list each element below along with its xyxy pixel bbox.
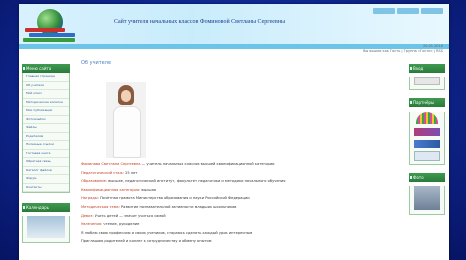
header-info: 20.01.2016 Вы вошли как Гость | Группа «… (363, 44, 443, 54)
partner-banner[interactable] (414, 140, 440, 148)
calendar-block (22, 216, 70, 243)
info-text: 25 лет (123, 170, 138, 175)
left-sidebar: Меню сайта Главная страница Об учителе Мой… (22, 64, 70, 243)
info-line: Педагогический стаж: 25 лет (81, 169, 399, 178)
site-header: Сайт учителя начальных классов Фоминовой… (19, 4, 449, 44)
login-button[interactable] (414, 77, 440, 85)
info-line: Я люблю свою профессию и своих учеников,… (81, 229, 399, 238)
info-label: Образование: (81, 179, 108, 184)
info-text: высшее, педагогический институт, факульт… (107, 179, 286, 184)
info-label: Квалификационная категория: (81, 187, 141, 192)
menu-block-title: Меню сайта (22, 64, 70, 73)
partners-block-title: Партнёры (409, 98, 445, 107)
books-icon (23, 28, 83, 42)
page-title: Об учителе (81, 60, 112, 66)
site-title: Сайт учителя начальных классов Фоминовой… (114, 19, 286, 25)
info-line: Квалификационная категория: высшая (81, 186, 399, 195)
right-sidebar: Вход Партнёры Фото (409, 64, 445, 215)
info-label: Награды: (81, 196, 99, 201)
info-line: Увлечения: чтение, рукоделие (81, 220, 399, 229)
partner-banner[interactable] (414, 128, 440, 136)
info-text: Учить детей — значит учиться самой (93, 213, 166, 218)
sidebar-menu-item[interactable]: Фотоальбом (23, 116, 69, 124)
info-label: Увлечения: (81, 222, 103, 227)
rainbow-logo-icon[interactable] (416, 112, 438, 124)
website-page: Сайт учителя начальных классов Фоминовой… (19, 4, 449, 260)
login-block-title: Вход (409, 64, 445, 73)
teacher-photo (106, 82, 146, 158)
building-photo[interactable] (414, 186, 440, 210)
info-text: Приглашаю родителей и коллег к сотруднич… (81, 239, 212, 244)
partner-banner[interactable] (414, 151, 440, 161)
sidebar-menu-item[interactable]: Об учителе (23, 82, 69, 90)
sidebar-menu-item[interactable]: Главная страница (23, 73, 69, 82)
sidebar-menu-item[interactable]: Методическая копилка (23, 99, 69, 107)
info-text: Почётная грамота Министерства образовани… (98, 196, 250, 201)
teacher-info: Фоминова Светлана Сергеевна — учитель на… (81, 160, 399, 246)
main-content: Об учителе Фоминова Светлана Сергеевна —… (79, 60, 401, 243)
calendar-block-title: Календарь (22, 203, 70, 212)
info-label: Педагогический стаж: (81, 170, 124, 175)
photo-block-title: Фото (409, 173, 445, 182)
info-line: Образование: высшее, педагогический инст… (81, 177, 399, 186)
top-links (373, 8, 443, 14)
info-label: Фоминова Светлана Сергеевна (81, 162, 141, 166)
site-menu: Главная страница Об учителе Мой класс Метод… (22, 73, 70, 193)
info-line: Награды: Почётная грамота Министерства о… (81, 194, 399, 203)
info-label: Методическая тема: (81, 204, 120, 209)
sidebar-menu-item[interactable]: Каталог файлов (23, 167, 69, 175)
sidebar-menu-item[interactable]: Родителям (23, 133, 69, 141)
top-link-home[interactable] (373, 8, 395, 14)
sidebar-menu-item[interactable]: Форум (23, 175, 69, 184)
sidebar-menu-item[interactable]: Контакты (23, 184, 69, 192)
partners-block (409, 112, 445, 165)
info-text: чтение, рукоделие (102, 222, 140, 227)
info-label: Девиз: (81, 213, 94, 218)
info-text: — учитель начальных классов высшей квали… (140, 162, 275, 166)
info-text: Я люблю свою профессию и своих учеников,… (81, 230, 253, 235)
login-status-text: Вы вошли как Гость | Группа «Гости» | RS… (363, 49, 443, 53)
info-text: Развитие познавательной активности младш… (119, 204, 237, 209)
info-text: высшая (140, 187, 156, 192)
calendar-image (27, 216, 65, 238)
sidebar-menu-item[interactable]: Обратная связь (23, 158, 69, 167)
info-line: Методическая тема: Развитие познавательн… (81, 203, 399, 212)
photo-block (409, 186, 445, 215)
sidebar-menu-item[interactable]: Мои публикации (23, 107, 69, 116)
sidebar-menu-item[interactable]: Файлы (23, 124, 69, 133)
info-line: Девиз: Учить детей — значит учиться само… (81, 212, 399, 221)
info-line: Приглашаю родителей и коллег к сотруднич… (81, 237, 399, 246)
info-line: Фоминова Светлана Сергеевна — учитель на… (81, 160, 399, 169)
sidebar-menu-item[interactable]: Гостевая книга (23, 150, 69, 158)
top-link-login[interactable] (421, 8, 443, 14)
sidebar-menu-item[interactable]: Мой класс (23, 90, 69, 99)
login-block (409, 77, 445, 90)
top-link-register[interactable] (397, 8, 419, 14)
sidebar-menu-item[interactable]: Полезные ссылки (23, 141, 69, 150)
